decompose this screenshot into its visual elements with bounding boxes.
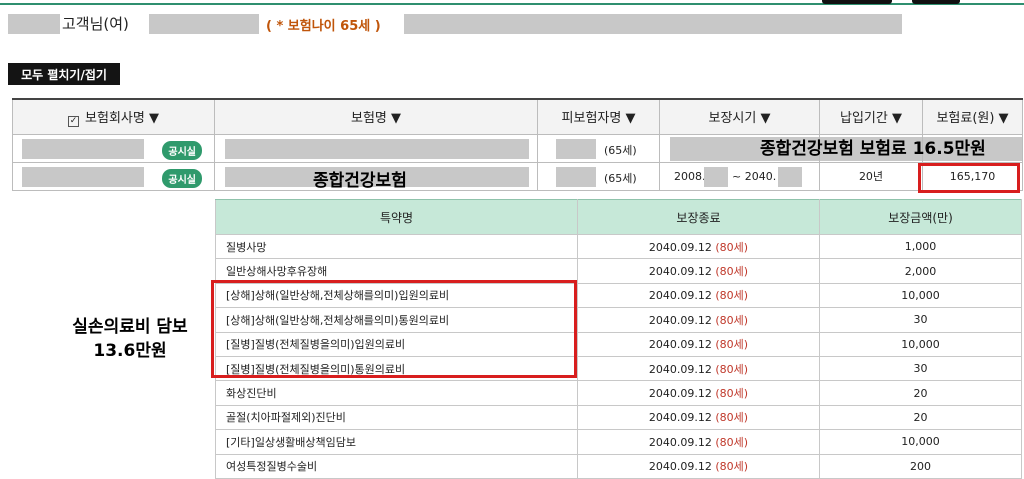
redacted-insured: [556, 138, 596, 159]
rider-amount: 10,000: [819, 282, 1022, 309]
top-button-partial-2[interactable]: [912, 0, 960, 4]
rider-name: [기타]일상생활배상책임담보: [215, 429, 578, 455]
redacted-insurer: [22, 138, 144, 159]
rider-end-date: 2040.09.12 (80세): [577, 404, 820, 431]
side-note-line1: 실손의료비 담보: [72, 317, 188, 337]
rider-end-age: (80세): [715, 313, 749, 327]
product-name-overlay: 종합건강보험: [313, 171, 407, 191]
col-rider-name: 특약명: [215, 199, 578, 235]
redacted-customer-id: [149, 14, 259, 34]
rider-end-date-value: 2040.09.12: [648, 313, 712, 327]
rider-end-date-value: 2040.09.12: [648, 387, 712, 401]
rider-amount: 200: [819, 453, 1022, 479]
col-pay-term[interactable]: 납입기간 ▼: [819, 98, 923, 135]
rider-amount: 30: [819, 355, 1022, 382]
rider-amount: 10,000: [819, 331, 1022, 357]
rider-end-date-value: 2040.09.12: [648, 265, 712, 279]
insured-age: (65세): [604, 143, 637, 157]
rider-amount: 30: [819, 307, 1022, 333]
rider-name: 여성특정질병수술비: [215, 453, 578, 479]
rider-row: 여성특정질병수술비 2040.09.12 (80세) 200: [215, 453, 1022, 479]
col-period[interactable]: 보장시기 ▼: [659, 98, 820, 135]
top-button-partial[interactable]: [822, 0, 892, 4]
rider-end-age: (80세): [715, 460, 749, 474]
rider-end-date: 2040.09.12 (80세): [577, 429, 820, 455]
rider-name: 질병사망: [215, 233, 578, 260]
rider-row: 질병사망 2040.09.12 (80세) 1,000: [215, 233, 1022, 260]
period-start: 2008.: [674, 169, 706, 183]
rider-end-date-value: 2040.09.12: [648, 460, 712, 474]
col-product[interactable]: 보험명 ▼: [214, 98, 538, 135]
redacted-header-info: [404, 14, 902, 34]
rider-name: 골절(치아파절제외)진단비: [215, 404, 578, 431]
rider-row: [기타]일상생활배상책임담보 2040.09.12 (80세) 10,000: [215, 429, 1022, 455]
redacted-insurer: [22, 166, 144, 187]
col-insurer[interactable]: ✓ 보험회사명 ▼: [12, 98, 215, 135]
medical-expense-note: 실손의료비 담보 13.6만원: [55, 315, 205, 363]
disclosure-badge[interactable]: 공시실: [162, 140, 202, 160]
insured-cell: (65세): [537, 133, 660, 163]
product-cell: [214, 133, 538, 163]
pay-term-cell: 20년: [819, 161, 923, 191]
redacted-end-date: [778, 166, 802, 187]
insurer-cell: 공시실: [12, 133, 215, 163]
rider-end-age: (80세): [715, 338, 749, 352]
rider-amount: 20: [819, 404, 1022, 431]
redacted-product: [225, 138, 529, 159]
insured-age: (65세): [604, 171, 637, 185]
col-premium[interactable]: 보험료(원) ▼: [922, 98, 1023, 135]
insurer-cell: 공시실: [12, 161, 215, 191]
rider-end-age: (80세): [715, 240, 749, 254]
medical-expense-highlight-box: [211, 280, 577, 378]
rider-end-date-value: 2040.09.12: [648, 362, 712, 376]
side-note-line2: 13.6만원: [93, 341, 167, 361]
redacted-customer-name: [8, 14, 60, 34]
rider-name: 화상진단비: [215, 380, 578, 406]
rider-end-date-value: 2040.09.12: [648, 289, 712, 303]
premium-highlight-box: [918, 163, 1020, 193]
period-end: ~ 2040.: [732, 169, 777, 183]
rider-amount: 10,000: [819, 429, 1022, 455]
policy-table-header: ✓ 보험회사명 ▼ 보험명 ▼ 피보험자명 ▼ 보장시기 ▼ 납입기간 ▼ 보험료…: [12, 98, 1023, 135]
insurance-age-note: ( * 보험나이 65세 ): [266, 19, 381, 34]
col-coverage-amount: 보장금액(만): [819, 199, 1022, 235]
toggle-all-button[interactable]: 모두 펼치기/접기: [8, 63, 120, 85]
col-coverage-end: 보장종료: [577, 199, 820, 235]
rider-row: 골절(치아파절제외)진단비 2040.09.12 (80세) 20: [215, 404, 1022, 431]
rider-amount: 1,000: [819, 233, 1022, 260]
rider-end-date-value: 2040.09.12: [648, 240, 712, 254]
rider-end-date: 2040.09.12 (80세): [577, 331, 820, 357]
policy-row[interactable]: 공시실 (65세) 2008. ~ 2040. 20년 165,170: [12, 161, 1023, 191]
rider-end-date: 2040.09.12 (80세): [577, 233, 820, 260]
rider-amount: 20: [819, 380, 1022, 406]
period-cell: 2008. ~ 2040.: [659, 161, 820, 191]
redacted-insured: [556, 166, 596, 187]
rider-end-date-value: 2040.09.12: [648, 435, 712, 449]
insured-cell: (65세): [537, 161, 660, 191]
rider-end-age: (80세): [715, 435, 749, 449]
rider-end-date: 2040.09.12 (80세): [577, 355, 820, 382]
rider-end-date-value: 2040.09.12: [648, 411, 712, 425]
rider-table-header: 특약명 보장종료 보장금액(만): [215, 199, 1022, 235]
rider-end-date: 2040.09.12 (80세): [577, 453, 820, 479]
rider-end-age: (80세): [715, 362, 749, 376]
redacted-start-date: [704, 166, 728, 187]
col-insured[interactable]: 피보험자명 ▼: [537, 98, 660, 135]
rider-end-date: 2040.09.12 (80세): [577, 282, 820, 309]
rider-amount: 2,000: [819, 258, 1022, 284]
rider-end-date: 2040.09.12 (80세): [577, 307, 820, 333]
customer-label: 고객님(여): [62, 15, 129, 33]
select-all-checkbox[interactable]: ✓: [68, 115, 80, 127]
premium-note-overlay: 종합건강보험 보험료 16.5만원: [760, 139, 986, 159]
rider-end-age: (80세): [715, 387, 749, 401]
rider-end-age: (80세): [715, 265, 749, 279]
rider-row: 화상진단비 2040.09.12 (80세) 20: [215, 380, 1022, 406]
disclosure-badge[interactable]: 공시실: [162, 168, 202, 188]
rider-end-date: 2040.09.12 (80세): [577, 380, 820, 406]
rider-end-age: (80세): [715, 289, 749, 303]
rider-end-age: (80세): [715, 411, 749, 425]
rider-end-date-value: 2040.09.12: [648, 338, 712, 352]
rider-end-date: 2040.09.12 (80세): [577, 258, 820, 284]
